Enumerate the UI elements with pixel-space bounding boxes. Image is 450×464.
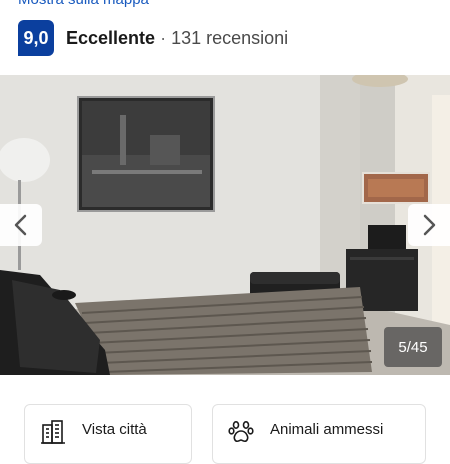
- feature-city-view[interactable]: Vista città: [24, 404, 192, 464]
- show-on-map-link[interactable]: Mostra sulla mappa: [18, 0, 149, 8]
- feature-label: Animali ammessi: [270, 421, 384, 438]
- rating-separator: ·: [160, 27, 167, 48]
- score-badge: 9,0: [18, 20, 54, 56]
- room-photo[interactable]: [0, 75, 450, 375]
- facility-highlights: Vista città Animali ammessi: [0, 404, 450, 464]
- feature-label: Vista città: [82, 421, 147, 438]
- photo-gallery[interactable]: 5/45: [0, 75, 450, 375]
- next-photo-button[interactable]: [408, 204, 450, 246]
- rating-label: Eccellente: [66, 27, 156, 48]
- city-building-icon: [41, 420, 65, 444]
- rating-summary: 9,0 Eccellente · 131 recensioni: [18, 20, 288, 56]
- chevron-left-icon: [14, 214, 27, 236]
- feature-pets-allowed[interactable]: Animali ammessi: [212, 404, 426, 464]
- review-count-link[interactable]: 131 recensioni: [171, 28, 288, 49]
- photo-counter: 5/45: [384, 327, 442, 367]
- chevron-right-icon: [423, 214, 436, 236]
- previous-photo-button[interactable]: [0, 204, 42, 246]
- paw-icon: [228, 420, 254, 443]
- rating-text: Eccellente · 131 recensioni: [66, 28, 288, 49]
